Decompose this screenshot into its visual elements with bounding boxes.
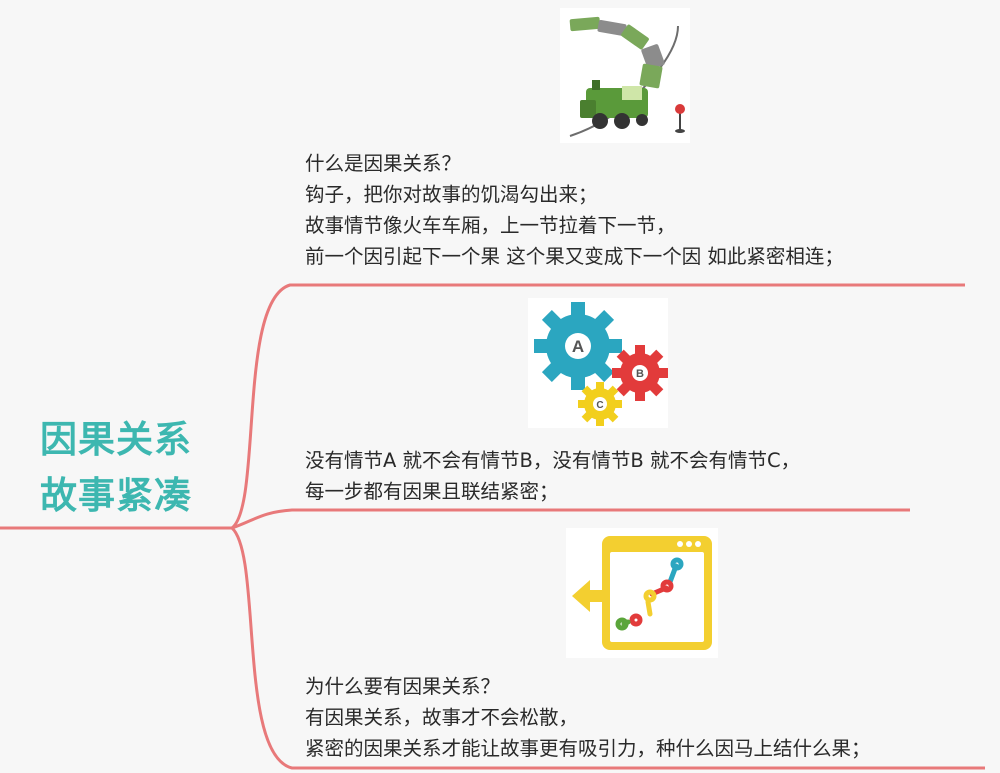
branch-1-line-3: 故事情节像火车车厢，上一节拉着下一节， [305,214,676,237]
branch-3-line-2: 有因果关系，故事才不会松散， [305,706,579,729]
branch-2-text: 没有情节A 就不会有情节B，没有情节B 就不会有情节C， 每一步都有因果且联结紧… [305,445,800,507]
branch-2-line-1: 没有情节A 就不会有情节B，没有情节B 就不会有情节C， [305,449,801,472]
branch-connectors [0,283,985,770]
branch-3-line-1: 为什么要有因果关系？ [305,675,501,698]
branch-3-line-3: 紧密的因果关系才能让故事更有吸引力，种什么因马上结什么果； [305,737,871,760]
branch-3-text: 为什么要有因果关系？ 有因果关系，故事才不会松散， 紧密的因果关系才能让故事更有… [305,671,871,764]
gear-a-label: A [572,337,584,356]
branch-1-text: 什么是因果关系？ 钩子，把你对故事的饥渴勾出来； 故事情节像火车车厢，上一节拉着… [305,148,844,272]
branch-1-line-4: 前一个因引起下一个果 这个果又变成下一个因 如此紧密相连； [305,245,844,268]
gear-b-label: B [636,368,644,380]
central-topic-line1: 因果关系 [40,418,192,461]
central-topic-line2: 故事紧凑 [40,474,192,517]
branch-2-line-2: 每一步都有因果且联结紧密； [305,480,559,503]
central-topic: 因果关系 故事紧凑 [40,412,210,524]
browser-chain-icon [566,528,718,658]
branch-1-line-2: 钩子，把你对故事的饥渴勾出来； [305,183,598,206]
gear-c-label: C [596,400,603,411]
train-icon [560,8,690,143]
branch-line-2 [231,508,910,530]
branch-1-line-1: 什么是因果关系？ [305,152,462,175]
gears-icon: A B C [528,298,668,428]
